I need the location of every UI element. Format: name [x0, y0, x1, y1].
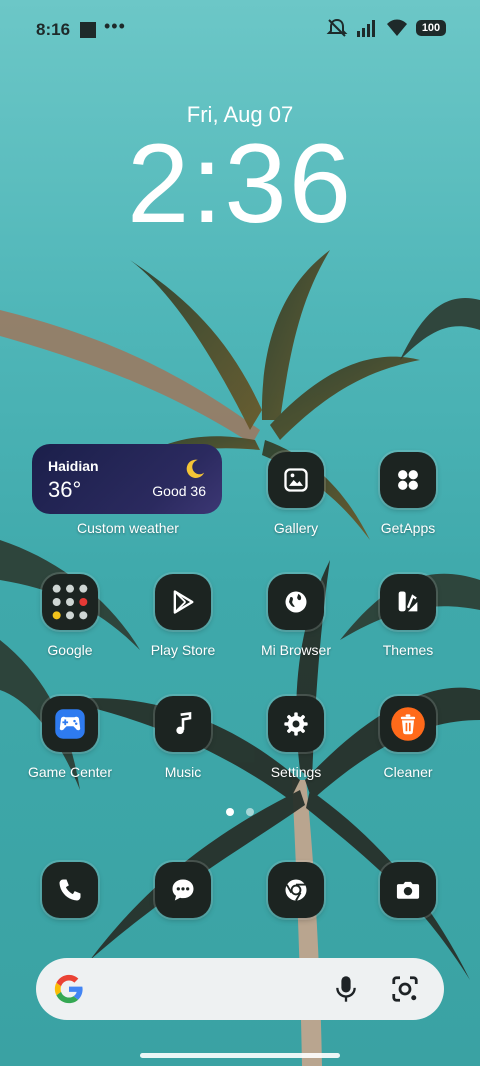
- mi-browser-label: Mi Browser: [260, 642, 331, 658]
- getapps-icon: [398, 470, 418, 490]
- google-logo-icon: [54, 974, 83, 1004]
- weather-city: Haidian: [48, 458, 99, 474]
- phone-app[interactable]: [42, 862, 98, 918]
- gallery-app[interactable]: [268, 452, 324, 508]
- mi-browser-app[interactable]: [268, 574, 324, 630]
- play-store-icon: [173, 590, 194, 614]
- status-time: 8:16: [36, 20, 71, 39]
- microphone-icon[interactable]: [332, 974, 360, 1004]
- messages-app[interactable]: [155, 862, 211, 918]
- gesture-home-bar[interactable]: [140, 1053, 340, 1058]
- themes-icon: [398, 591, 418, 612]
- game-center-app[interactable]: [42, 696, 98, 752]
- cleaner-label: Cleaner: [383, 764, 433, 780]
- getapps-app[interactable]: [380, 452, 436, 508]
- globe-icon: [285, 591, 307, 613]
- themes-app[interactable]: [380, 574, 436, 630]
- page-dot-2: [246, 808, 254, 816]
- notification-icon: [80, 22, 96, 38]
- trash-icon: [391, 707, 425, 741]
- phone-icon: [59, 879, 81, 901]
- moon-icon: [186, 459, 205, 478]
- google-folder[interactable]: [42, 574, 98, 630]
- status-bar: 8:16 ••• 100: [0, 0, 480, 60]
- music-label: Music: [164, 764, 202, 780]
- google-lens-icon[interactable]: [390, 974, 420, 1004]
- weather-widget[interactable]: Haidian 36° Good 36: [32, 444, 222, 514]
- cleaner-app[interactable]: [380, 696, 436, 752]
- chrome-icon: [285, 879, 307, 901]
- silent-icon: [326, 18, 348, 37]
- chat-bubble-icon: [172, 879, 194, 901]
- play-store-app[interactable]: [155, 574, 211, 630]
- play-store-label: Play Store: [150, 642, 216, 658]
- weather-aqi: Good 36: [152, 483, 206, 499]
- google-folder-label: Google: [47, 642, 93, 658]
- page-indicator[interactable]: [0, 808, 480, 816]
- page-dot-1: [226, 808, 234, 816]
- settings-app[interactable]: [268, 696, 324, 752]
- settings-label: Settings: [270, 764, 322, 780]
- signal-icon: [357, 20, 375, 37]
- clock-widget[interactable]: 2:36: [0, 128, 480, 240]
- game-center-label: Game Center: [27, 764, 113, 780]
- getapps-label: GetApps: [380, 520, 436, 536]
- gallery-icon: [284, 468, 308, 492]
- weather-widget-label: Custom weather: [77, 520, 179, 536]
- camera-icon: [396, 881, 420, 899]
- weather-temp: 36°: [48, 477, 82, 502]
- google-folder-icon: [52, 584, 88, 620]
- battery-indicator: 100: [416, 20, 446, 36]
- wifi-icon: [387, 19, 407, 36]
- music-note-icon: [176, 712, 192, 735]
- themes-label: Themes: [382, 642, 434, 658]
- chrome-app[interactable]: [268, 862, 324, 918]
- camera-app[interactable]: [380, 862, 436, 918]
- gamepad-icon: [55, 709, 85, 739]
- gear-icon: [284, 712, 308, 736]
- music-app[interactable]: [155, 696, 211, 752]
- google-search-bar[interactable]: [36, 958, 444, 1020]
- gallery-label: Gallery: [273, 520, 319, 536]
- more-notifications-icon: •••: [104, 16, 126, 36]
